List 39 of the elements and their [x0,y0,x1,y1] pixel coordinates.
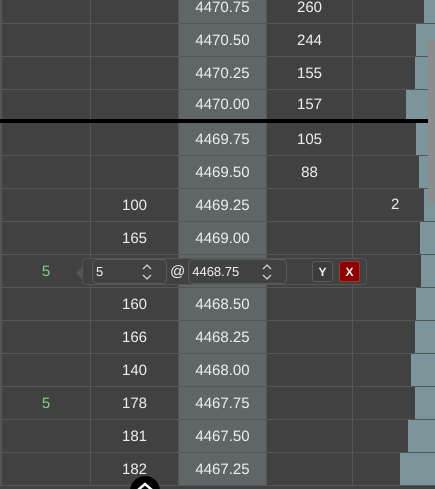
spinner-icon[interactable] [142,262,152,282]
price-cell: 4467.50 [178,420,266,452]
bid-size: 160 [122,296,148,312]
cancel-button[interactable]: X [339,261,360,282]
ask-size: 88 [301,164,318,180]
price-cell: 4468.25 [178,321,266,353]
bid-size: 100 [122,196,148,214]
ask-size: 244 [296,32,322,48]
bid-size: 182 [122,460,148,478]
confirm-button[interactable]: Y [312,261,333,282]
price-cell: 4468.00 [178,354,266,386]
price-cell: 4470.25 [178,57,266,89]
ask-size: 157 [296,96,322,113]
bid-size: 181 [122,428,148,444]
price-cell: 4470.50 [178,24,266,56]
bid-size: 166 [122,328,148,346]
ask-size: 260 [296,0,322,16]
order-quantity: 5 [42,394,50,412]
price-cell: 4468.50 [178,288,266,320]
price-cell: 4469.00 [178,222,266,254]
ask-size: 105 [296,130,322,148]
bid-size: 165 [122,230,148,246]
order-quantity: 5 [42,262,50,280]
price-cell: 4469.50 [178,156,266,188]
trade-count: 2 [391,196,400,213]
price-cell: 4470.75 [178,0,266,23]
price-cell: 4469.25 [178,189,266,221]
spinner-icon[interactable] [262,262,272,282]
bid-size: 140 [122,362,148,378]
ask-size: 155 [296,64,322,82]
price-field[interactable]: 4468.75 [188,259,288,284]
bid-size: 178 [122,394,148,412]
price-cell: 4469.75 [178,123,266,155]
price-cell: 4467.75 [178,387,266,419]
price-cell: 4470.00 [178,90,266,119]
at-sign: @ [170,263,186,280]
quantity-field[interactable]: 5 [92,259,167,284]
price-cell: 4467.25 [178,453,266,485]
scrollbar[interactable] [428,40,435,203]
